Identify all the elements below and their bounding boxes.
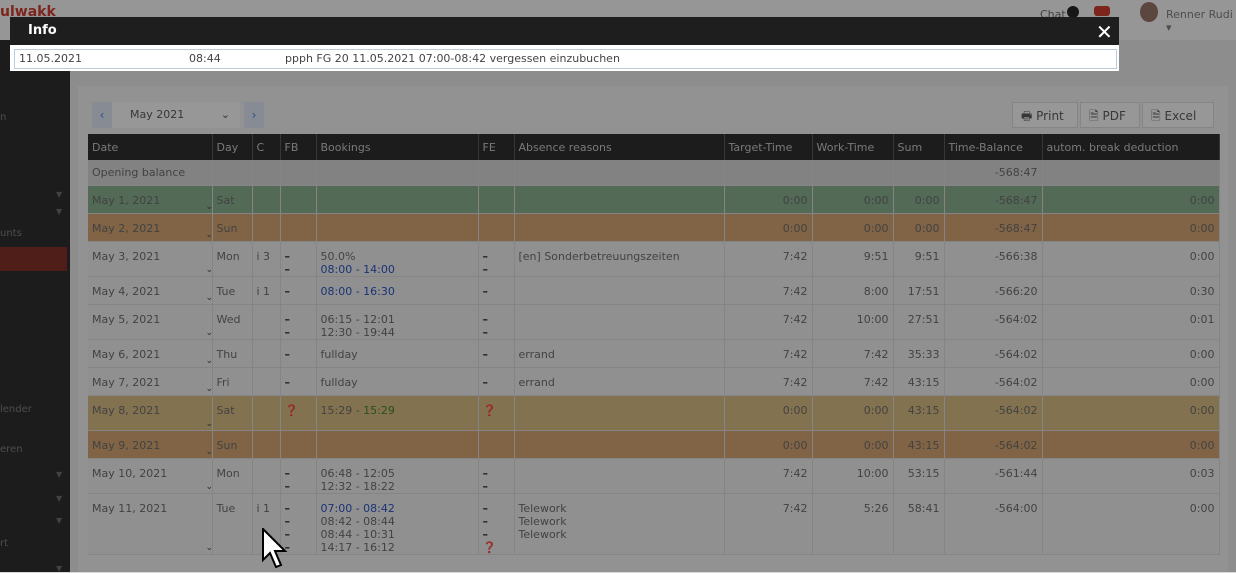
close-icon[interactable]: ✕ [1096, 20, 1113, 44]
info-time: 08:44 [189, 52, 221, 65]
info-text: ppph FG 20 11.05.2021 07:00-08:42 verges… [285, 52, 620, 65]
info-date: 11.05.2021 [19, 52, 82, 65]
modal-backdrop[interactable] [0, 0, 1236, 572]
modal-title: Info [28, 23, 57, 38]
modal-header: Info ✕ [10, 17, 1119, 45]
mouse-cursor-icon [262, 528, 288, 569]
info-entry-row[interactable]: 11.05.2021 08:44 ppph FG 20 11.05.2021 0… [14, 49, 1117, 69]
info-modal: Info ✕ 11.05.2021 08:44 ppph FG 20 11.05… [10, 17, 1119, 71]
